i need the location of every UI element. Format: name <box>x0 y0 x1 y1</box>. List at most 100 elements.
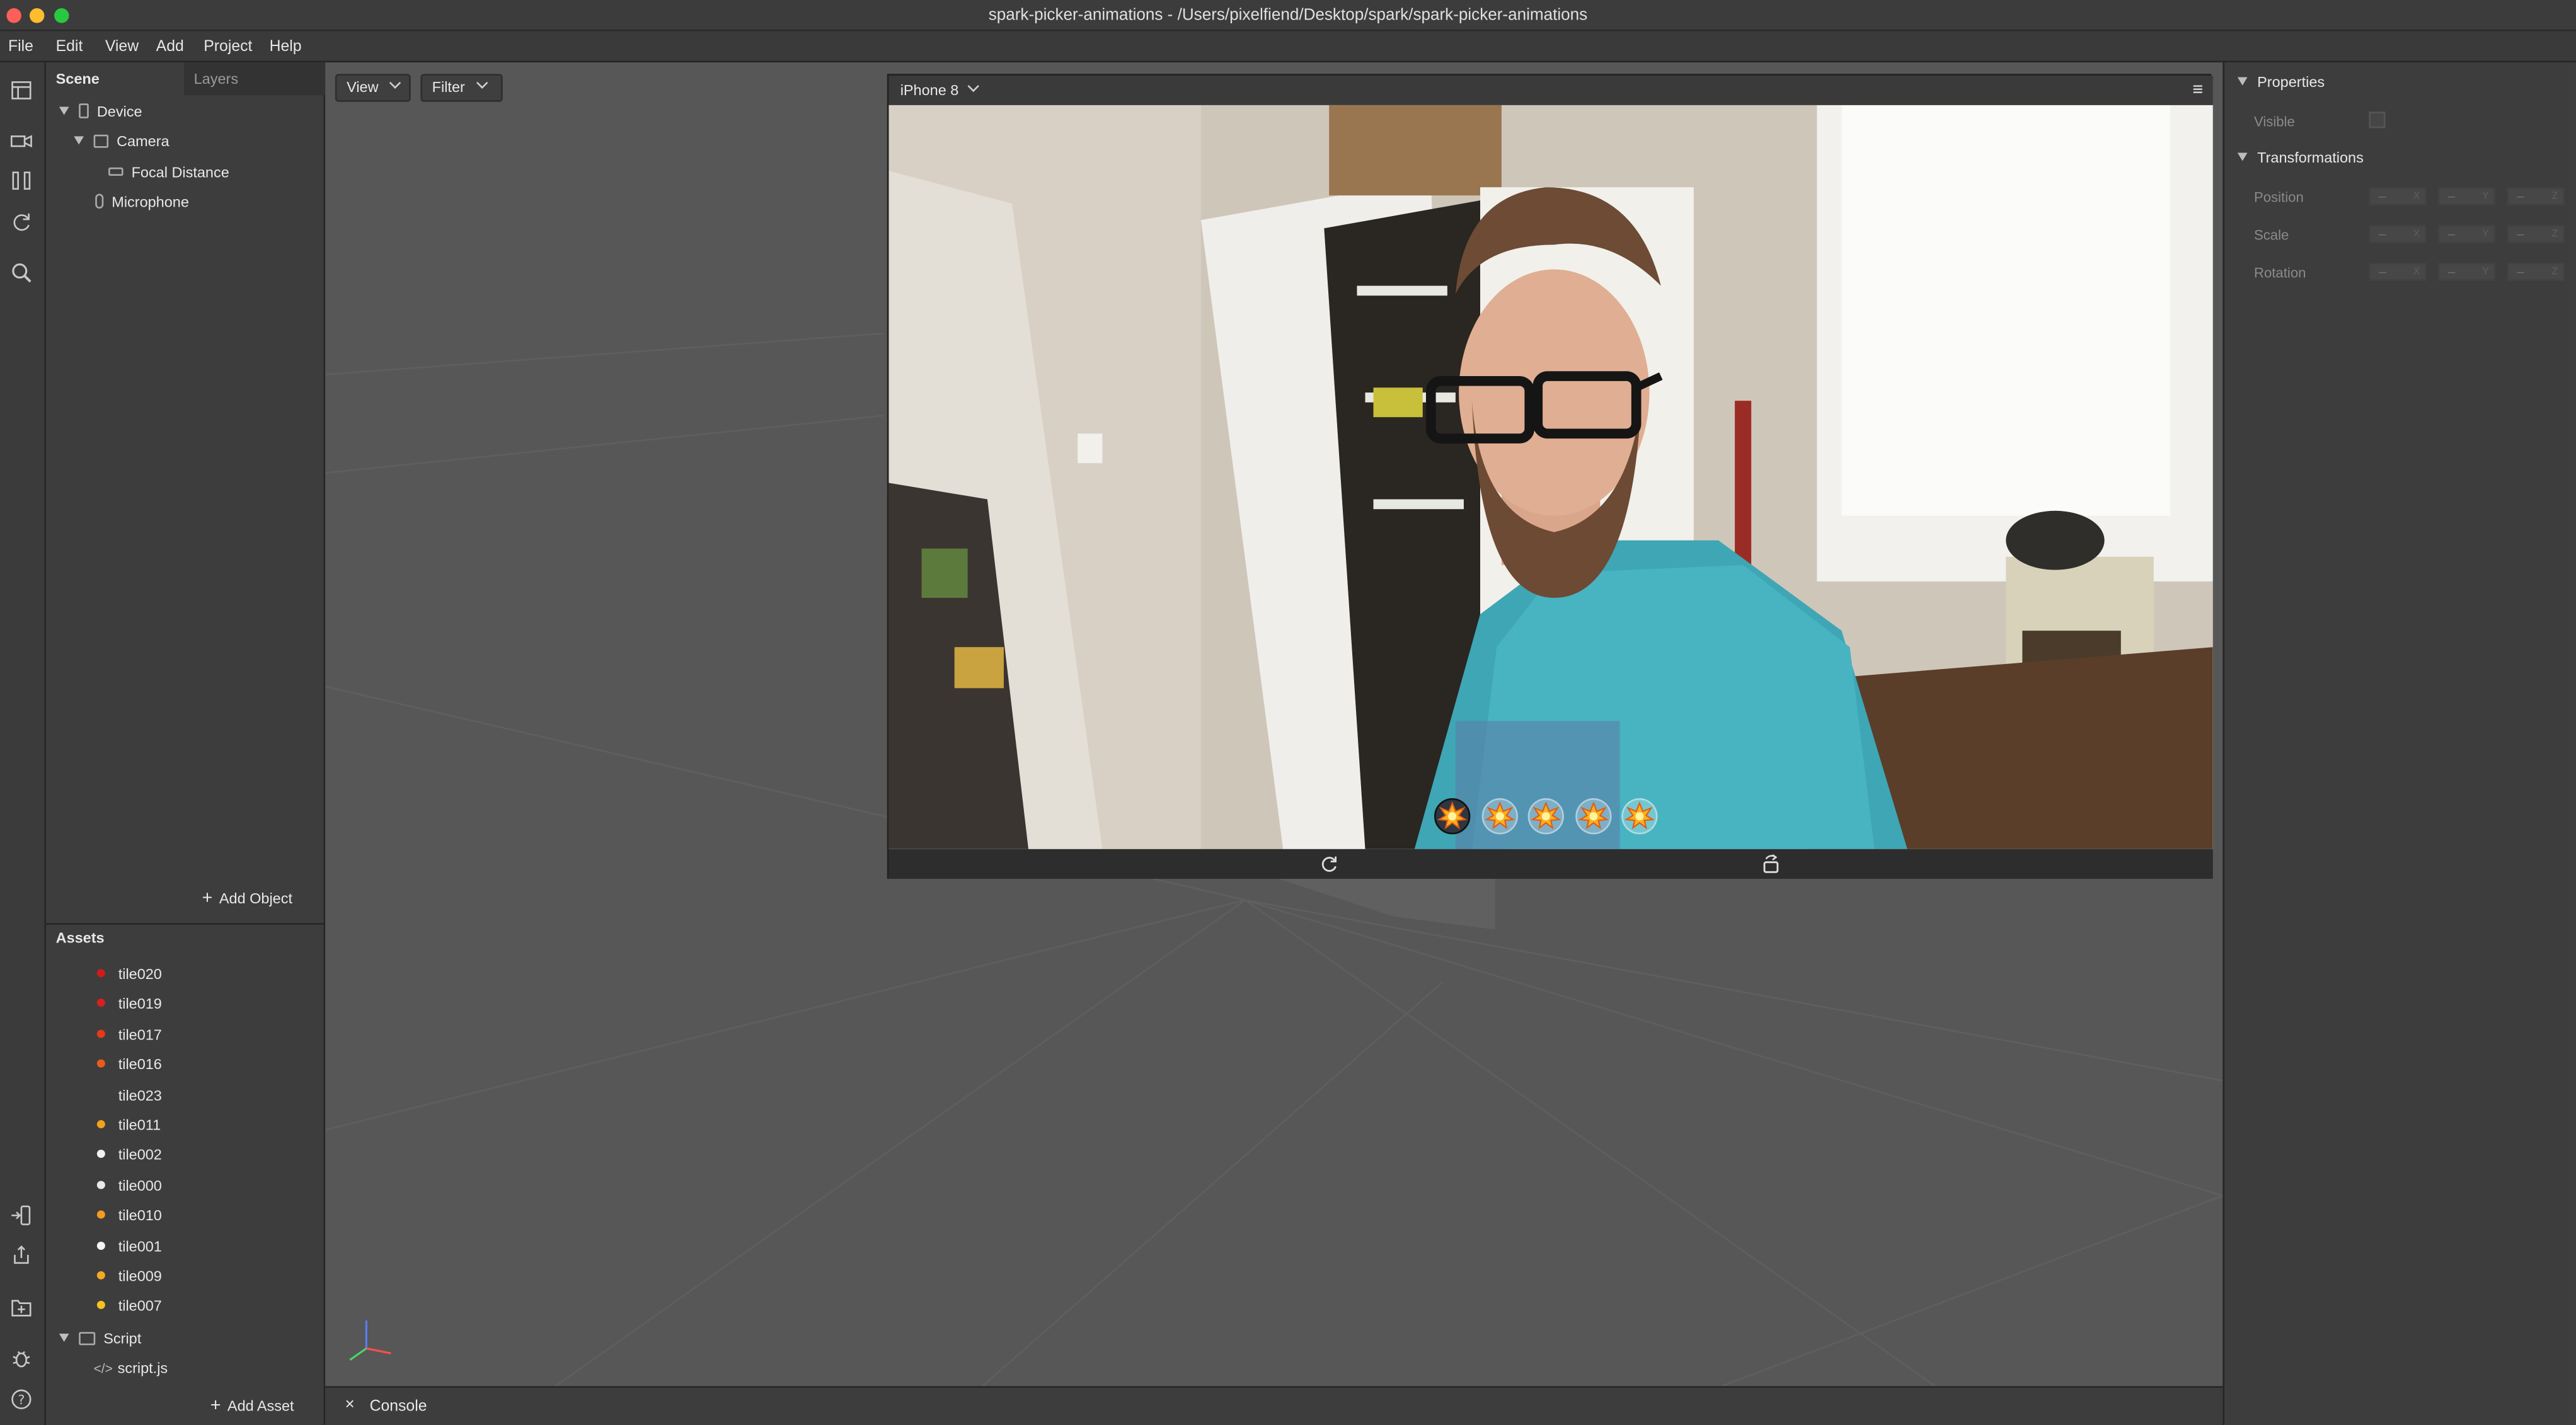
tab-scene[interactable]: Scene <box>45 62 184 96</box>
device-selector[interactable]: iPhone 8 <box>900 80 979 98</box>
refresh-icon[interactable] <box>10 210 33 233</box>
rotate-device-icon[interactable] <box>1761 854 1781 874</box>
position-x-field[interactable]: – X <box>2369 187 2427 205</box>
expand-caret-icon[interactable] <box>2237 152 2248 161</box>
zoom-window-button[interactable] <box>54 8 69 23</box>
texture-thumbnail-icon <box>96 1060 105 1068</box>
simulator-header: iPhone 8 ≡ <box>888 75 2213 105</box>
export-icon[interactable] <box>10 1244 33 1266</box>
code-icon: </> <box>93 1361 113 1376</box>
patch-editor-icon[interactable] <box>10 169 33 192</box>
window-titlebar: spark-picker-animations - /Users/pixelfi… <box>0 0 2576 31</box>
tab-layers[interactable]: Layers <box>183 62 326 96</box>
texture-thumbnail-icon <box>96 999 105 1008</box>
scene-viewport[interactable]: View Filter iPhone 8 ≡ <box>325 62 2223 1387</box>
texture-thumbnail-icon <box>96 1150 105 1159</box>
picker-ui <box>1434 798 1664 835</box>
expand-caret-icon[interactable] <box>2237 77 2248 86</box>
tree-item-focal-distance[interactable]: Focal Distance <box>108 159 229 186</box>
send-to-device-icon[interactable] <box>10 1204 33 1227</box>
tree-item-microphone[interactable]: Microphone <box>95 189 189 215</box>
picker-option-button[interactable] <box>1621 798 1658 835</box>
camera-feed-image <box>888 105 2213 849</box>
svg-text:?: ? <box>18 1392 25 1407</box>
star-burst-icon <box>1483 801 1514 830</box>
library-icon[interactable] <box>10 1296 33 1319</box>
simulator-footer <box>888 849 2213 879</box>
asset-item[interactable]: tile002 <box>96 1142 162 1169</box>
menu-view[interactable]: View <box>105 31 139 63</box>
transform-label-position: Position <box>2253 188 2304 205</box>
help-icon[interactable]: ? <box>10 1388 33 1411</box>
transform-label-scale: Scale <box>2253 226 2289 243</box>
asset-item[interactable]: tile007 <box>96 1293 162 1320</box>
menu-icon[interactable]: ≡ <box>2192 76 2203 105</box>
restart-icon[interactable] <box>1320 854 1339 874</box>
search-icon[interactable] <box>10 261 33 284</box>
console-label[interactable]: Console <box>370 1398 427 1416</box>
filter-dropdown[interactable]: Filter <box>420 74 503 102</box>
device-icon <box>79 103 89 118</box>
asset-item[interactable]: tile019 <box>96 991 162 1017</box>
asset-item-script[interactable]: </> script.js <box>94 1355 168 1382</box>
expand-caret-icon[interactable] <box>59 106 69 115</box>
chevron-down-icon <box>476 77 488 89</box>
expand-caret-icon[interactable] <box>59 1333 69 1342</box>
close-window-button[interactable] <box>6 8 21 23</box>
texture-thumbnail-icon <box>96 1180 105 1189</box>
menu-project[interactable]: Project <box>204 31 252 63</box>
tree-item-camera[interactable]: Camera <box>74 128 170 154</box>
camera-icon <box>93 134 109 148</box>
asset-item[interactable]: tile016 <box>96 1051 162 1078</box>
texture-thumbnail-icon <box>96 1301 105 1310</box>
ruler-icon <box>108 167 124 176</box>
picker-option-button[interactable] <box>1481 798 1517 835</box>
asset-item[interactable]: tile020 <box>96 961 162 987</box>
view-dropdown[interactable]: View <box>335 74 411 102</box>
menu-edit[interactable]: Edit <box>56 31 83 63</box>
close-icon[interactable]: × <box>345 1396 354 1414</box>
asset-item[interactable]: tile017 <box>96 1021 162 1048</box>
asset-item[interactable]: tile023 <box>96 1082 162 1108</box>
scale-x-field[interactable]: – X <box>2369 225 2427 243</box>
picker-option-button[interactable] <box>1434 798 1471 835</box>
visible-checkbox[interactable] <box>2369 112 2386 129</box>
texture-thumbnail-icon <box>96 1240 105 1249</box>
add-object-button[interactable]: + Add Object <box>202 885 292 912</box>
menu-file[interactable]: File <box>8 31 33 63</box>
properties-header[interactable]: Properties <box>2237 69 2325 95</box>
asset-item[interactable]: tile011 <box>96 1112 161 1138</box>
bug-icon[interactable] <box>10 1347 33 1370</box>
expand-caret-icon[interactable] <box>74 136 84 145</box>
chevron-down-icon <box>389 77 402 89</box>
transformations-header[interactable]: Transformations <box>2237 144 2364 171</box>
minimize-window-button[interactable] <box>29 8 45 23</box>
asset-item[interactable]: tile000 <box>96 1172 162 1199</box>
picker-option-button[interactable] <box>1574 798 1611 835</box>
layout-icon[interactable] <box>10 79 33 101</box>
rotation-y-field[interactable]: – Y <box>2437 263 2496 281</box>
video-camera-icon[interactable] <box>10 130 33 152</box>
tree-item-device[interactable]: Device <box>59 98 142 125</box>
asset-item[interactable]: tile010 <box>96 1203 162 1229</box>
camera-preview <box>888 105 2213 849</box>
menu-bar: File Edit View Add Project Help <box>0 31 2576 63</box>
tree-item-script-folder[interactable]: Script <box>59 1325 141 1352</box>
position-z-field[interactable]: – Z <box>2507 187 2565 205</box>
scene-panel: Scene Layers Device Camera Focal Distanc… <box>45 62 326 924</box>
properties-panel: Properties Visible Transformations Posit… <box>2222 62 2576 1425</box>
asset-item[interactable]: tile001 <box>96 1233 162 1259</box>
rotation-x-field[interactable]: – X <box>2369 263 2427 281</box>
add-asset-button[interactable]: + Add Asset <box>210 1393 294 1419</box>
scale-z-field[interactable]: – Z <box>2507 225 2565 243</box>
star-burst-icon <box>1437 801 1468 830</box>
scale-y-field[interactable]: – Y <box>2437 225 2496 243</box>
position-y-field[interactable]: – Y <box>2437 187 2496 205</box>
plus-icon: + <box>210 1396 221 1416</box>
picker-option-button[interactable] <box>1527 798 1564 835</box>
chevron-down-icon <box>967 80 979 93</box>
menu-help[interactable]: Help <box>270 31 302 63</box>
asset-item[interactable]: tile009 <box>96 1263 162 1290</box>
rotation-z-field[interactable]: – Z <box>2507 263 2565 281</box>
menu-add[interactable]: Add <box>156 31 184 63</box>
